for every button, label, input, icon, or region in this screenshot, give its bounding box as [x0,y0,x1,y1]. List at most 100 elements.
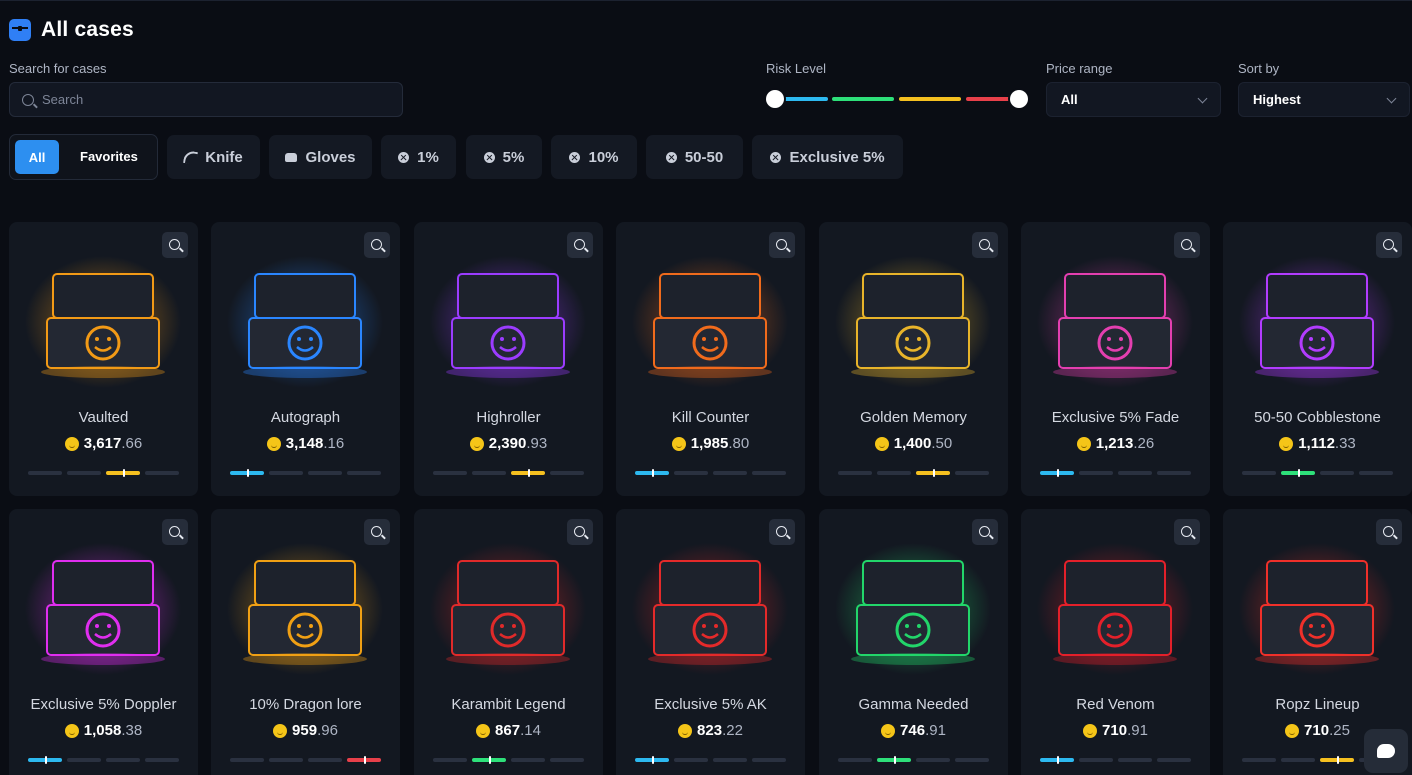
case-name: Vaulted [78,409,129,426]
gloves-icon [285,152,298,162]
tab-favorites[interactable]: Favorites [80,149,138,164]
case-name: Kill Counter [671,409,750,426]
case-card[interactable]: Karambit Legend 867.14 [414,509,603,775]
filter-10-percent[interactable]: 10% [551,135,637,179]
magnifier-icon [1382,525,1394,537]
risk-segment [1242,471,1276,475]
preview-button[interactable] [1376,232,1402,258]
preview-button[interactable] [1376,519,1402,545]
risk-segment [550,471,584,475]
all-favorites-toggle: All Favorites [9,134,158,180]
preview-button[interactable] [972,232,998,258]
magnifier-icon [573,238,585,250]
case-card[interactable]: Exclusive 5% Fade 1,213.26 [1021,222,1210,496]
search-input[interactable] [42,92,382,107]
price-value: 3,148.16 [285,435,345,452]
price-range-label: Price range [1046,61,1113,76]
price-range-select[interactable]: All [1046,82,1221,117]
risk-segment [28,756,62,764]
preview-button[interactable] [1174,519,1200,545]
search-box[interactable] [9,82,403,117]
risk-segment [347,471,381,475]
risk-segment [635,469,669,477]
top-divider [0,0,1412,1]
risk-level-slider[interactable] [766,90,1028,108]
risk-segment [1118,471,1152,475]
search-label: Search for cases [9,61,107,76]
price-value: 746.91 [900,722,946,739]
sort-select[interactable]: Highest [1238,82,1410,117]
case-price: 1,400.50 [819,435,1008,452]
case-risk-indicator [635,756,786,764]
case-risk-indicator [230,756,381,764]
case-name: 10% Dragon lore [249,696,362,713]
magnifier-icon [370,525,382,537]
coin-icon [874,436,889,451]
risk-segment [916,758,950,762]
case-card[interactable]: Vaulted 3,617.66 [9,222,198,496]
case-name: Autograph [270,409,341,426]
risk-segment [230,469,264,477]
risk-segment [433,758,467,762]
chevron-down-icon [1386,93,1397,104]
chip-label: 1% [417,148,439,166]
preview-button[interactable] [162,519,188,545]
risk-min-handle[interactable] [766,90,784,108]
risk-segment [308,758,342,762]
magnifier-icon [1180,525,1192,537]
case-price: 3,148.16 [211,435,400,452]
preview-button[interactable] [1174,232,1200,258]
case-card[interactable]: Autograph 3,148.16 [211,222,400,496]
filter-gloves[interactable]: Gloves [269,135,372,179]
case-name: Golden Memory [860,409,967,426]
filter-1-percent[interactable]: 1% [381,135,456,179]
coin-icon [469,436,484,451]
case-card[interactable]: Gamma Needed 746.91 [819,509,1008,775]
preview-button[interactable] [364,232,390,258]
chip-label: 10% [588,148,619,166]
case-card[interactable]: Kill Counter 1,985.80 [616,222,805,496]
case-price: 823.22 [616,722,805,739]
case-name: 50-50 Cobblestone [1254,409,1381,426]
chip-label: Exclusive 5% [789,148,885,166]
filter-5-percent[interactable]: 5% [466,135,542,179]
case-risk-indicator [1242,469,1393,477]
filter-50-50[interactable]: 50-50 [646,135,743,179]
risk-segment-medium [832,97,894,101]
preview-button[interactable] [769,519,795,545]
case-card[interactable]: Highroller 2,390.93 [414,222,603,496]
case-card[interactable]: Exclusive 5% Doppler 1,058.38 [9,509,198,775]
magnifier-icon [1180,238,1192,250]
preview-button[interactable] [364,519,390,545]
case-card[interactable]: 50-50 Cobblestone 1,112.33 [1223,222,1412,496]
preview-button[interactable] [567,232,593,258]
price-cents: .14 [520,722,541,739]
tab-all[interactable]: All [15,140,59,174]
case-card[interactable]: Exclusive 5% AK 823.22 [616,509,805,775]
case-price: 710.91 [1021,722,1210,739]
price-cents: .96 [317,722,338,739]
preview-button[interactable] [567,519,593,545]
risk-segment [752,471,786,475]
risk-segment [511,469,545,477]
case-card[interactable]: Golden Memory 1,400.50 [819,222,1008,496]
case-name: Exclusive 5% AK [654,696,767,713]
case-card[interactable]: 10% Dragon lore 959.96 [211,509,400,775]
risk-max-handle[interactable] [1010,90,1028,108]
risk-segment [1281,758,1315,762]
case-risk-indicator [433,469,584,477]
preview-button[interactable] [972,519,998,545]
preview-button[interactable] [769,232,795,258]
case-risk-indicator [28,469,179,477]
risk-segment [145,758,179,762]
case-card[interactable]: Red Venom 710.91 [1021,509,1210,775]
chat-button[interactable] [1364,729,1408,773]
filter-exclusive-5-percent[interactable]: Exclusive 5% [752,135,903,179]
x-icon [398,151,410,163]
risk-segment [1079,758,1113,762]
filter-knife[interactable]: Knife [167,135,260,179]
preview-button[interactable] [162,232,188,258]
price-cents: .66 [121,435,143,452]
risk-segment [1281,469,1315,477]
risk-segment [1157,758,1191,762]
